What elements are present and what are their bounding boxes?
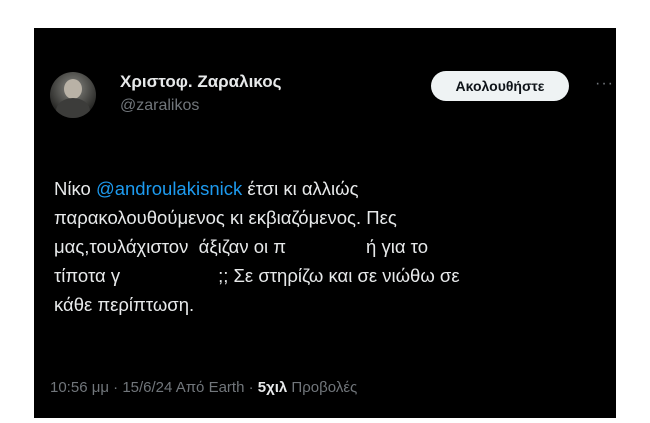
timestamp[interactable]: 10:56 μμ · 15/6/24 Από Earth · [50, 379, 258, 396]
tweet-meta: 10:56 μμ · 15/6/24 Από Earth · 5χιλ Προβ… [50, 379, 357, 396]
tweet-text-segment: Νίκο [54, 178, 96, 199]
avatar-body-shape [56, 98, 90, 118]
tweet-text-segment: έτσι κι αλλιώς [242, 178, 359, 199]
avatar[interactable] [50, 72, 96, 118]
more-horizontal-icon[interactable]: ··· [595, 78, 616, 90]
avatar-head-shape [64, 79, 82, 99]
author-handle[interactable]: @zaralikos [120, 97, 199, 115]
tweet-line: τίποτα γ ;; Σε στηρίζω και σε νιώθω σε [54, 261, 599, 290]
tweet-text-segment: τίποτα γ [54, 265, 121, 286]
tweet-text-segment: μας,τουλάχιστον άξιζαν οι π [54, 236, 287, 257]
tweet-text-segment: ή για το [366, 236, 428, 257]
tweet-text: Νίκο @androulakisnick έτσι κι αλλιώς παρ… [54, 174, 599, 319]
tweet-line: Νίκο @androulakisnick έτσι κι αλλιώς [54, 174, 599, 203]
follow-button[interactable]: Ακολουθήστε [431, 71, 569, 101]
views-label: Προβολές [287, 379, 358, 396]
views-count: 5χιλ [257, 379, 288, 396]
tweet-card: Χριστοφ. Ζαραλικος @zaralikos Ακολουθήστ… [34, 28, 616, 418]
mention-link[interactable]: @androulakisnick [96, 178, 242, 199]
tweet-line: παρακολουθούμενος κι εκβιαζόμενος. Πες [54, 207, 397, 228]
tweet-line: μας,τουλάχιστον άξιζαν οι π ή για το [54, 232, 599, 261]
tweet-text-segment: ;; Σε στηρίζω και σε νιώθω σε [218, 265, 460, 286]
author-display-name[interactable]: Χριστοφ. Ζαραλικος [120, 72, 281, 92]
tweet-line: κάθε περίπτωση. [54, 294, 195, 315]
